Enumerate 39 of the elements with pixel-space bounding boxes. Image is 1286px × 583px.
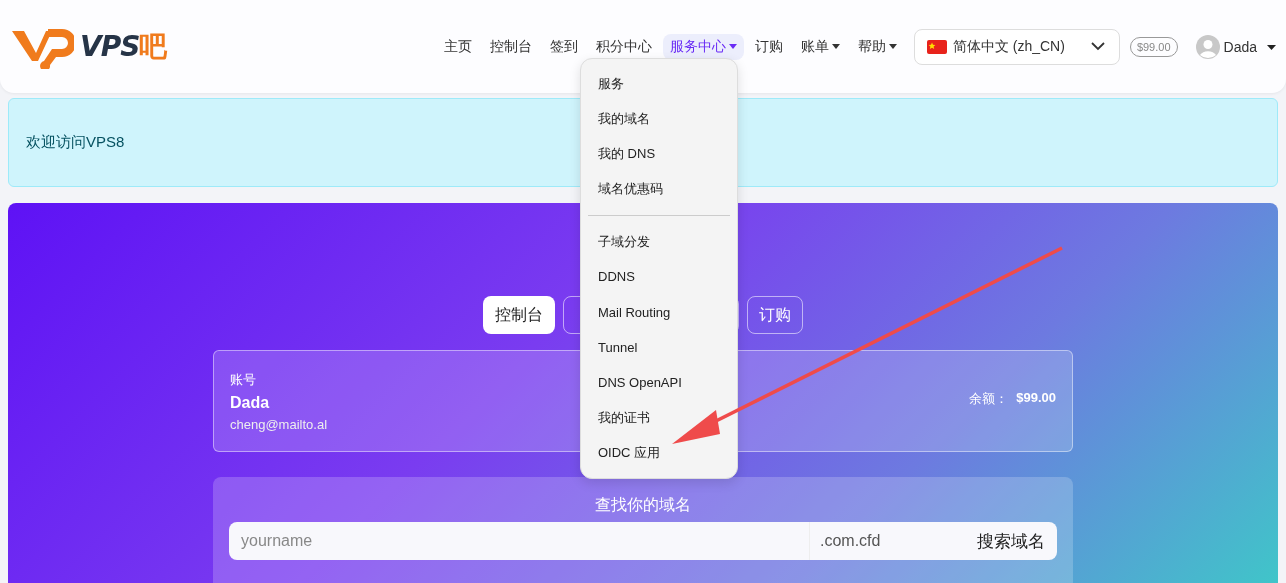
nav-link[interactable]: 订购	[747, 33, 790, 60]
menu-item[interactable]: DNS OpenAPI	[581, 365, 737, 401]
nav-link[interactable]: 积分中心	[588, 33, 659, 60]
search-title: 查找你的域名	[595, 495, 691, 515]
search-field[interactable]: yourname .com.cfd 搜索域名	[229, 522, 1057, 560]
menu-item[interactable]: 子域分发	[581, 224, 737, 260]
nav-link[interactable]: 控制台	[482, 33, 539, 60]
chevron-down-icon	[1090, 42, 1105, 51]
logo-text[interactable]: VPS吧	[80, 27, 167, 66]
menu-item[interactable]: 我的证书	[581, 400, 737, 436]
tab[interactable]: 订购	[747, 296, 803, 334]
balance-value: $99.00	[1016, 390, 1056, 407]
nav-link[interactable]: 主页	[436, 33, 479, 60]
account-name: Dada	[230, 393, 271, 412]
search-button[interactable]: 搜索域名	[965, 522, 1057, 560]
nav-link[interactable]: 账单	[793, 33, 847, 60]
account-label: 账号	[230, 370, 257, 389]
caret-icon	[1267, 45, 1276, 51]
account-email: cheng@mailto.al	[230, 416, 328, 432]
flag-icon	[926, 39, 947, 54]
language-select[interactable]: 简体中文 (zh_CN)	[913, 28, 1120, 65]
menu-item[interactable]: OIDC 应用	[581, 435, 737, 471]
menu-item[interactable]: Tunnel	[581, 329, 737, 366]
menu-item[interactable]: DDNS	[581, 259, 737, 295]
tab[interactable]: 控制台	[483, 296, 555, 334]
user-menu[interactable]: Dada	[1223, 38, 1276, 55]
menu-item[interactable]: 域名优惠码	[581, 171, 737, 208]
menu-item[interactable]: 我的域名	[581, 101, 737, 137]
nav-link[interactable]: 帮助	[850, 33, 904, 60]
menu-item[interactable]: 服务	[581, 66, 737, 102]
domain-suffix[interactable]: .com.cfd	[809, 522, 965, 560]
alert-text: 欢迎访问VPS8	[26, 133, 125, 152]
domain-input[interactable]: yourname	[229, 522, 809, 560]
menu-item[interactable]: 我的 DNS	[581, 136, 737, 172]
nav-link[interactable]: 签到	[542, 33, 585, 60]
nav-link[interactable]: 服务中心	[662, 33, 744, 60]
avatar-icon[interactable]	[1195, 34, 1220, 59]
menu-item[interactable]: Mail Routing	[581, 294, 737, 330]
balance-label: 余额：	[969, 390, 1009, 408]
